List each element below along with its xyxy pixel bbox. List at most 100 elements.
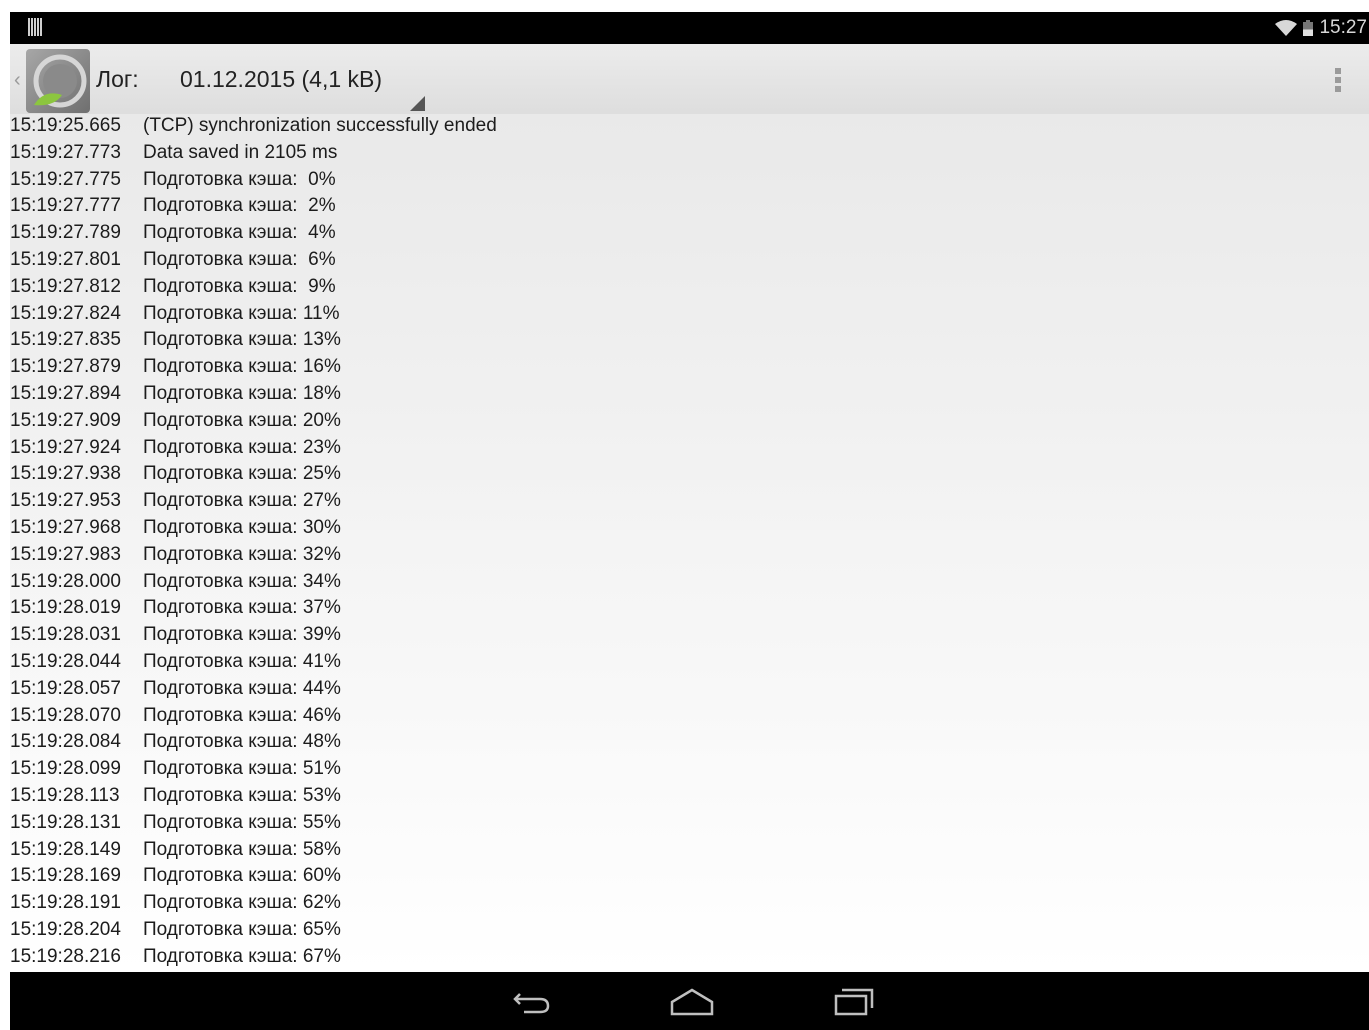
log-timestamp: 15:19:27.775 — [10, 168, 121, 190]
log-timestamp: 15:19:28.031 — [10, 624, 121, 646]
log-row: 15:19:27.983 Подготовка кэша: 32% — [10, 541, 1369, 568]
log-row: 15:19:28.044 Подготовка кэша: 41% — [10, 648, 1369, 675]
log-row: 15:19:28.070 Подготовка кэша: 46% — [10, 702, 1369, 729]
log-row: 15:19:27.909 Подготовка кэша: 20% — [10, 407, 1369, 434]
log-timestamp: 15:19:28.044 — [10, 651, 121, 672]
log-message: Подготовка кэша: 6% — [143, 249, 336, 270]
log-file-spinner[interactable]: 01.12.2015 (4,1 kB) — [180, 66, 382, 93]
status-time: 15:27 — [1319, 17, 1367, 38]
log-timestamp: 15:19:27.835 — [10, 329, 121, 351]
log-message: Подготовка кэша: 20% — [143, 409, 341, 431]
log-timestamp: 15:19:28.169 — [10, 865, 121, 887]
log-message: Подготовка кэша: 44% — [143, 677, 341, 699]
navigation-bar — [10, 972, 1369, 1030]
log-row: 15:19:27.938 Подготовка кэша: 25% — [10, 460, 1369, 487]
log-timestamp: 15:19:27.894 — [10, 383, 121, 404]
log-list[interactable]: 15:19:25.665 (TCP) synchronization succes… — [10, 114, 1369, 972]
log-message: Подготовка кэша: 51% — [143, 758, 341, 780]
log-row: 15:19:27.773 Data saved in 2105 ms — [10, 139, 1369, 166]
home-icon[interactable] — [670, 984, 714, 1018]
overflow-menu-icon[interactable] — [1333, 68, 1343, 98]
log-row: 15:19:28.191 Подготовка кэша: 62% — [10, 889, 1369, 916]
log-message: Подготовка кэша: 37% — [143, 597, 341, 619]
log-label: Лог: — [96, 66, 139, 92]
log-message: Подготовка кэша: 32% — [143, 543, 341, 565]
log-timestamp: 15:19:28.084 — [10, 731, 121, 753]
log-row: 15:19:27.812 Подготовка кэша: 9% — [10, 273, 1369, 300]
log-row: 15:19:27.775 Подготовка кэша: 0% — [10, 166, 1369, 193]
screen: 15:27 ‹ Лог: 01.12.2015 (4,1 kB) 15:19:2… — [0, 0, 1369, 1030]
log-message: Подготовка кэша: 46% — [143, 704, 341, 726]
log-timestamp: 15:19:27.879 — [10, 356, 121, 378]
log-message: Подготовка кэша: 55% — [143, 811, 341, 833]
log-message: Подготовка кэша: 4% — [143, 222, 336, 244]
log-timestamp: 15:19:27.789 — [10, 222, 121, 244]
log-row: 15:19:27.968 Подготовка кэша: 30% — [10, 514, 1369, 541]
up-caret-icon[interactable]: ‹ — [14, 70, 24, 90]
log-row: 15:19:28.084 Подготовка кэша: 48% — [10, 728, 1369, 755]
log-timestamp: 15:19:28.191 — [10, 892, 121, 914]
log-timestamp: 15:19:27.953 — [10, 490, 121, 512]
log-message: Подготовка кэша: 13% — [143, 329, 341, 351]
log-timestamp: 15:19:28.070 — [10, 704, 121, 726]
log-timestamp: 15:19:27.938 — [10, 463, 121, 485]
recent-apps-icon[interactable] — [832, 984, 876, 1018]
log-message: Подготовка кэша: 48% — [143, 731, 341, 753]
app-logo-graphic — [33, 54, 87, 108]
log-timestamp: 15:19:27.909 — [10, 409, 121, 431]
log-message: Подготовка кэша: 62% — [143, 892, 341, 914]
log-timestamp: 15:19:28.131 — [10, 811, 121, 833]
log-message: Подготовка кэша: 0% — [143, 168, 336, 190]
wifi-icon — [1275, 20, 1298, 36]
log-message: Подготовка кэша: 30% — [143, 517, 341, 538]
log-timestamp: 15:19:27.812 — [10, 275, 121, 297]
log-row: 15:19:28.099 Подготовка кэша: 51% — [10, 755, 1369, 782]
log-message: Подготовка кэша: 23% — [143, 436, 341, 458]
app-logo-icon[interactable] — [26, 49, 90, 113]
log-timestamp: 15:19:27.824 — [10, 302, 121, 324]
log-timestamp: 15:19:27.968 — [10, 517, 121, 538]
log-message: Подготовка кэша: 27% — [143, 490, 341, 512]
log-row: 15:19:27.879 Подготовка кэша: 16% — [10, 353, 1369, 380]
log-message: Подготовка кэша: 60% — [143, 865, 341, 887]
log-timestamp: 15:19:27.801 — [10, 249, 121, 270]
log-row: 15:19:28.204 Подготовка кэша: 65% — [10, 916, 1369, 943]
log-row: 15:19:27.953 Подготовка кэша: 27% — [10, 487, 1369, 514]
notification-icon — [28, 18, 42, 36]
log-timestamp: 15:19:28.204 — [10, 919, 121, 940]
log-message: Data saved in 2105 ms — [143, 141, 338, 163]
log-message: Подготовка кэша: 58% — [143, 838, 341, 860]
log-row: 15:19:27.894 Подготовка кэша: 18% — [10, 380, 1369, 407]
log-timestamp: 15:19:27.773 — [10, 141, 121, 163]
spinner-indicator-icon[interactable] — [410, 96, 425, 111]
log-timestamp: 15:19:27.777 — [10, 195, 121, 217]
back-icon[interactable] — [510, 984, 554, 1018]
log-row: 15:19:28.031 Подготовка кэша: 39% — [10, 621, 1369, 648]
status-bar: 15:27 — [10, 12, 1369, 44]
log-message: Подготовка кэша: 67% — [143, 945, 341, 967]
log-row: 15:19:28.113 Подготовка кэша: 53% — [10, 782, 1369, 809]
status-bar-right: 15:27 — [1275, 15, 1367, 41]
log-row: 15:19:27.835 Подготовка кэша: 13% — [10, 326, 1369, 353]
log-row: 15:19:28.057 Подготовка кэша: 44% — [10, 675, 1369, 702]
log-message: Подготовка кэша: 9% — [143, 275, 336, 297]
log-timestamp: 15:19:28.000 — [10, 570, 121, 592]
log-row: 15:19:28.000 Подготовка кэша: 34% — [10, 568, 1369, 595]
battery-icon — [1303, 20, 1314, 36]
log-timestamp: 15:19:28.149 — [10, 838, 121, 860]
log-timestamp: 15:19:27.983 — [10, 543, 121, 565]
log-message: Подготовка кэша: 2% — [143, 195, 336, 217]
log-timestamp: 15:19:27.924 — [10, 436, 121, 458]
log-row: 15:19:28.169 Подготовка кэша: 60% — [10, 862, 1369, 889]
log-message: Подготовка кэша: 18% — [143, 383, 341, 404]
log-timestamp: 15:19:25.665 — [10, 115, 121, 136]
log-row: 15:19:28.019 Подготовка кэша: 37% — [10, 594, 1369, 621]
log-row: 15:19:27.789 Подготовка кэша: 4% — [10, 219, 1369, 246]
log-row: 15:19:27.824 Подготовка кэша: 11% — [10, 300, 1369, 327]
log-message: Подготовка кэша: 16% — [143, 356, 341, 378]
log-row: 15:19:28.216 Подготовка кэша: 67% — [10, 943, 1369, 970]
log-message: Подготовка кэша: 34% — [143, 570, 341, 592]
log-row: 15:19:27.801 Подготовка кэша: 6% — [10, 246, 1369, 273]
log-message: Подготовка кэша: 53% — [143, 785, 341, 806]
log-message: Подготовка кэша: 11% — [143, 302, 340, 324]
